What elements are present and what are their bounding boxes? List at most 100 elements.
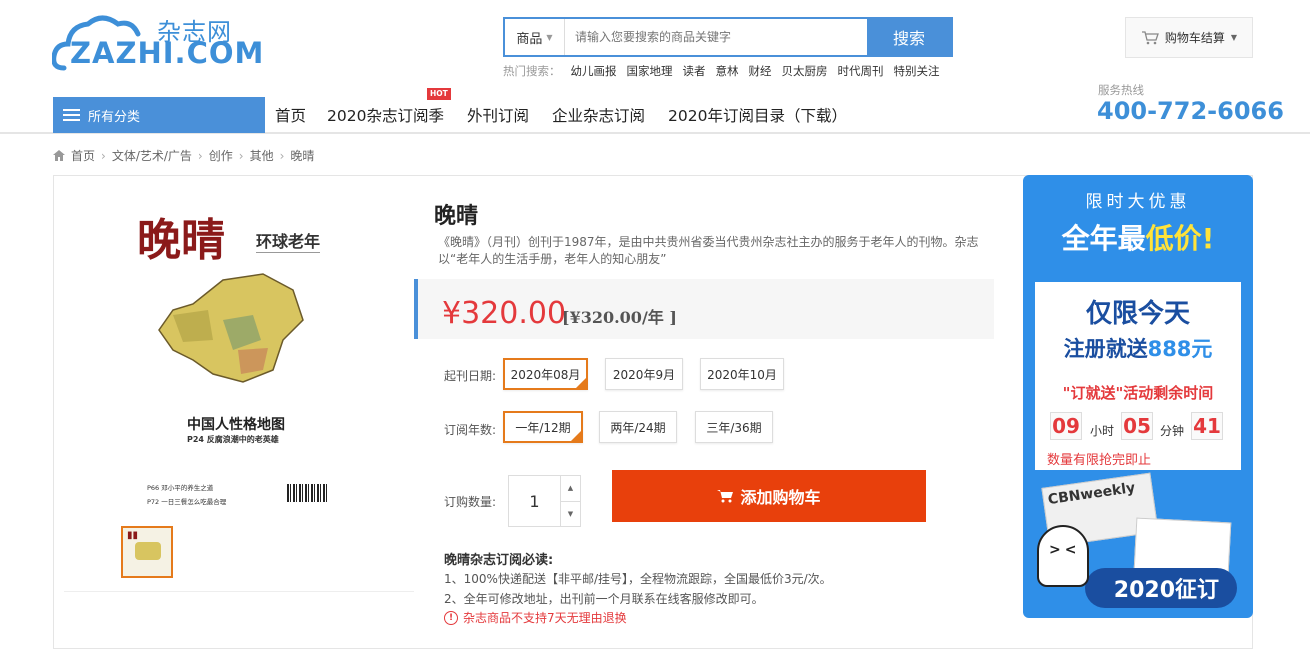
- start-date-option[interactable]: 2020年10月: [700, 358, 784, 390]
- hot-search-link[interactable]: 意林: [716, 63, 739, 79]
- add-to-cart-label: 添加购物车: [740, 488, 821, 507]
- quantity-stepper: 1 ▲ ▼: [508, 475, 581, 527]
- chevron-right-icon: ›: [279, 148, 285, 163]
- promo-register-b: 888元: [1147, 337, 1213, 361]
- mascot-image: [1037, 525, 1089, 587]
- promo-top: 限时大优惠: [1085, 192, 1191, 212]
- cover-thumbnail[interactable]: ▮▮: [121, 526, 173, 578]
- cart-label: 购物车结算: [1164, 31, 1225, 45]
- product-description: 《晚晴》（月刊）创刊于1987年，是由中共贵州省委当代贵州杂志社主办的服务于老年…: [438, 235, 979, 266]
- hot-search-link[interactable]: 财经: [749, 63, 772, 79]
- breadcrumb: 首页 › 文体/艺术/广告 › 创作 › 其他 › 晚晴: [53, 147, 314, 164]
- hotline-label: 服务热线: [1098, 83, 1144, 97]
- exclamation-icon: !: [444, 610, 458, 625]
- caret-down-icon: ▼: [1230, 33, 1238, 42]
- hot-search: 热门搜索： 幼儿画报 国家地理 读者 意林 财经 贝太厨房 时代周刊 特别关注: [503, 63, 940, 79]
- magazine-name: CBNweekly: [1047, 479, 1137, 509]
- product-price: ¥320.00: [442, 296, 567, 331]
- countdown-minutes-unit: 分钟: [1160, 424, 1185, 438]
- magazine-cover-image[interactable]: 晚晴 环球老年 中国人性格地图 P24 反腐浪潮中的老英雄 P66 邓小平的养生…: [121, 200, 346, 515]
- promo-pill: 2020征订: [1085, 568, 1237, 608]
- nav-foreign[interactable]: 外刊订阅: [467, 104, 529, 126]
- start-date-option[interactable]: 2020年9月: [605, 358, 683, 390]
- years-option-selected[interactable]: 一年/12期: [503, 411, 583, 443]
- quantity-label: 订购数量:: [444, 495, 497, 509]
- hot-badge: HOT: [427, 88, 451, 100]
- hot-search-label: 热门搜索：: [503, 64, 561, 78]
- promo-register-a: 注册就送: [1063, 337, 1148, 361]
- breadcrumb-item[interactable]: 其他: [250, 147, 274, 164]
- nav-enterprise[interactable]: 企业杂志订阅: [552, 104, 645, 126]
- decrement-arrow-icon[interactable]: ▼: [561, 500, 580, 527]
- years-label: 订阅年数:: [444, 423, 497, 437]
- nav-catalog[interactable]: 2020年订阅目录（下载）: [668, 104, 847, 126]
- promo-countdown-label: "订就送"活动剩余时间: [1062, 384, 1214, 402]
- shopping-cart-icon: [1141, 30, 1159, 44]
- chevron-right-icon: ›: [238, 148, 244, 163]
- return-warning-text: 杂志商品不支持7天无理由退换: [463, 611, 627, 625]
- notice-line: 2、全年可修改地址，出刊前一个月联系在线客服修改即可。: [444, 592, 764, 606]
- promo-register: 注册就送888元: [1023, 333, 1253, 363]
- menu-icon: [63, 109, 80, 121]
- chevron-right-icon: ›: [197, 148, 203, 163]
- hot-search-link[interactable]: 读者: [683, 63, 706, 79]
- site-logo[interactable]: 杂志网 ZAZHI.COM: [52, 12, 263, 74]
- cover-subtitle: 环球老年: [256, 228, 321, 253]
- cover-title: 晚晴: [137, 215, 225, 266]
- cart-icon: [717, 490, 734, 503]
- notice-title: 晚晴杂志订阅必读:: [444, 553, 554, 568]
- thumbnail-map: [135, 542, 161, 560]
- years-option[interactable]: 两年/24期: [599, 411, 677, 443]
- hot-search-link[interactable]: 时代周刊: [838, 63, 884, 79]
- caret-down-icon: ▼: [546, 32, 553, 42]
- home-icon: [53, 150, 65, 161]
- countdown-hours: 09: [1050, 412, 1082, 440]
- promo-headline-a: 全年最: [1061, 222, 1146, 255]
- nav-home[interactable]: 首页: [275, 104, 306, 126]
- countdown-minutes: 05: [1121, 412, 1153, 440]
- hot-search-link[interactable]: 国家地理: [627, 63, 673, 79]
- countdown-seconds: 41: [1191, 412, 1223, 440]
- breadcrumb-item[interactable]: 首页: [71, 147, 95, 164]
- add-to-cart-button[interactable]: 添加购物车: [612, 470, 926, 522]
- promo-headline-b: 低价!: [1145, 222, 1215, 255]
- cover-map-title: 中国人性格地图: [187, 417, 285, 433]
- search-category-label: 商品: [516, 31, 543, 47]
- promo-banner[interactable]: 限时大优惠 全年最低价! 仅限今天 注册就送888元 "订就送"活动剩余时间 0…: [1023, 175, 1253, 618]
- thumbnail-divider: [64, 591, 414, 592]
- start-date-label: 起刊日期:: [444, 369, 497, 383]
- search-button[interactable]: 搜索: [867, 19, 951, 55]
- promo-today: 仅限今天: [1085, 299, 1190, 329]
- nav-2020-season[interactable]: 2020杂志订阅季: [327, 104, 444, 126]
- notice-line: 1、100%快递配送【非平邮/挂号】，全程物流跟踪，全国最低价3元/次。: [444, 572, 832, 586]
- magazine-image-2: [1133, 517, 1232, 575]
- promo-headline: 全年最低价!: [1023, 217, 1253, 257]
- china-map-image: [158, 273, 304, 383]
- countdown-hours-unit: 小时: [1090, 424, 1115, 438]
- cover-line3: P72 一日三餐怎么吃最合理: [147, 498, 227, 506]
- breadcrumb-item[interactable]: 文体/艺术/广告: [112, 147, 192, 164]
- search-category-select[interactable]: 商品 ▼: [505, 19, 565, 55]
- return-warning: ! 杂志商品不支持7天无理由退换: [444, 609, 627, 626]
- logo-en: ZAZHI.COM: [70, 36, 265, 70]
- hot-search-link[interactable]: 特别关注: [894, 63, 940, 79]
- all-categories-label: 所有分类: [88, 109, 141, 125]
- search-input[interactable]: [565, 19, 867, 55]
- all-categories-button[interactable]: 所有分类: [53, 97, 265, 133]
- cover-line2: P66 邓小平的养生之道: [147, 484, 214, 492]
- thumbnail-image: ▮▮: [127, 530, 139, 541]
- barcode-image: [287, 484, 327, 502]
- hot-search-link[interactable]: 幼儿画报: [571, 63, 617, 79]
- quantity-value[interactable]: 1: [509, 476, 560, 526]
- start-date-option-selected[interactable]: 2020年08月: [503, 358, 588, 390]
- promo-limited: 数量有限抢完即止: [1047, 453, 1152, 468]
- chevron-right-icon: ›: [101, 148, 106, 163]
- years-option[interactable]: 三年/36期: [695, 411, 773, 443]
- breadcrumb-item: 晚晴: [290, 149, 315, 163]
- cart-button[interactable]: 购物车结算 ▼: [1125, 17, 1253, 58]
- hot-search-link[interactable]: 贝太厨房: [782, 63, 828, 79]
- price-per-year: [¥320.00/年 ]: [562, 308, 677, 327]
- product-title: 晚晴: [434, 204, 479, 229]
- breadcrumb-item[interactable]: 创作: [209, 147, 233, 164]
- increment-arrow-icon[interactable]: ▲: [561, 476, 580, 501]
